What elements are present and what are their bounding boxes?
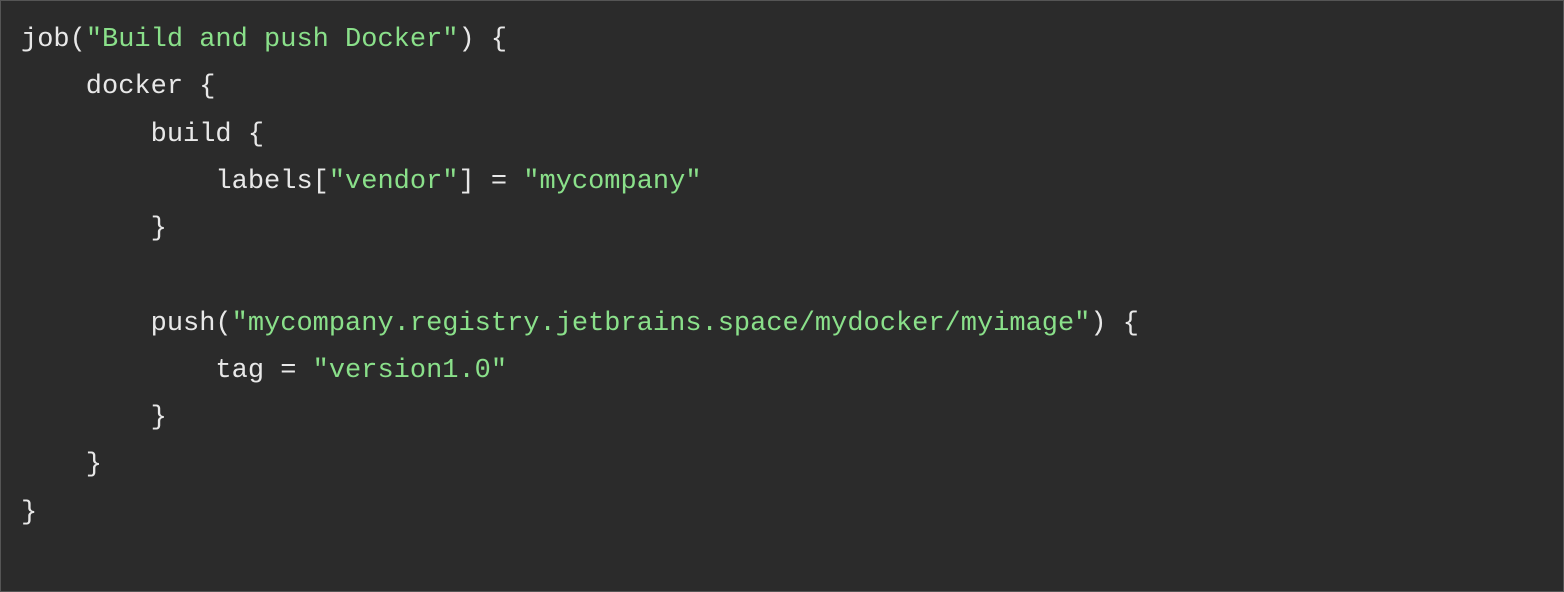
code-token: } — [21, 403, 167, 433]
code-token: ) { — [458, 25, 507, 55]
code-token: docker { — [21, 72, 215, 102]
code-token: } — [21, 214, 167, 244]
code-string: "mycompany" — [523, 167, 701, 197]
code-block: job("Build and push Docker") { docker { … — [21, 17, 1543, 537]
code-token: push( — [21, 309, 232, 339]
code-token: } — [21, 450, 102, 480]
code-token: ) { — [1090, 309, 1139, 339]
code-token: } — [21, 498, 37, 528]
code-token: build { — [21, 120, 264, 150]
code-string: "Build and push Docker" — [86, 25, 459, 55]
code-string: "mycompany.registry.jetbrains.space/mydo… — [232, 309, 1091, 339]
code-token: labels[ — [21, 167, 329, 197]
code-token: ] = — [458, 167, 523, 197]
code-string: "vendor" — [329, 167, 459, 197]
code-token: tag = — [21, 356, 313, 386]
code-string: "version1.0" — [313, 356, 507, 386]
code-token: job( — [21, 25, 86, 55]
